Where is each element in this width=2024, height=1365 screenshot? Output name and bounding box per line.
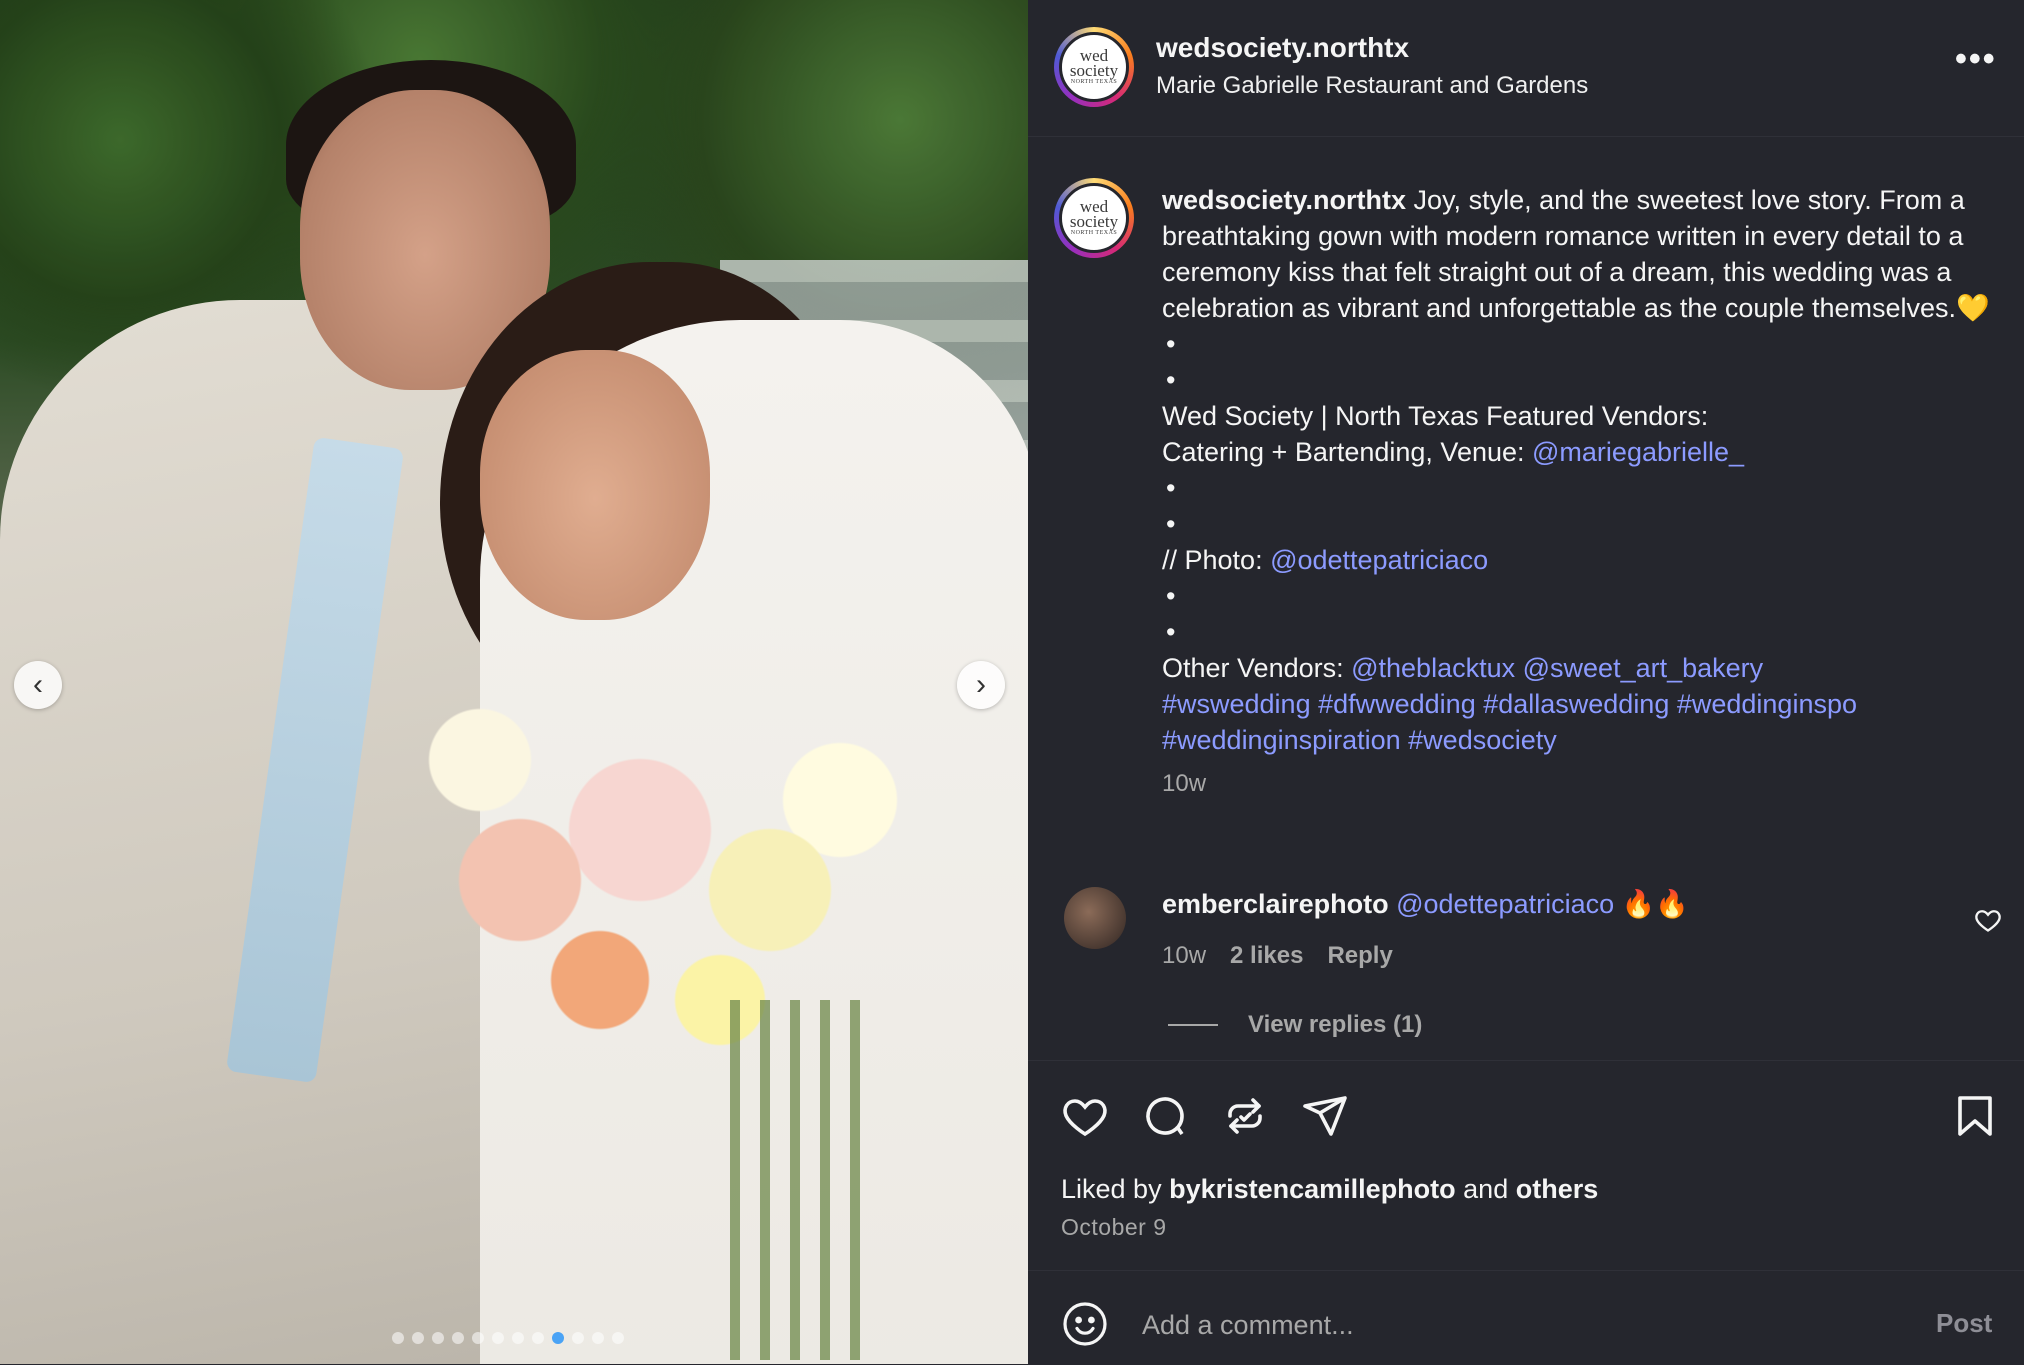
post-location[interactable]: Marie Gabrielle Restaurant and Gardens <box>1156 72 1588 100</box>
mention-link[interactable]: @odettepatriciaco <box>1270 545 1488 575</box>
carousel-dot <box>452 1332 464 1344</box>
photo-bride-face <box>480 350 710 620</box>
view-replies-button[interactable]: View replies (1) <box>1168 1011 1422 1039</box>
comment-emoji: 🔥🔥 <box>1621 889 1689 919</box>
view-replies-label: View replies (1) <box>1248 1011 1423 1038</box>
liked-by-prefix: Liked by <box>1061 1174 1170 1204</box>
carousel-dot <box>472 1332 484 1344</box>
liked-by-middle: and <box>1455 1174 1516 1204</box>
carousel-dot <box>612 1332 624 1344</box>
mention-link[interactable]: @mariegabrielle_ <box>1532 437 1744 467</box>
post-date: October 9 <box>1061 1214 1167 1240</box>
other-vendors-prefix: Other Vendors: <box>1162 653 1352 683</box>
comment-input[interactable] <box>1140 1304 1884 1346</box>
caption-bullet: • <box>1166 329 1176 359</box>
carousel-dot <box>512 1332 524 1344</box>
post-media[interactable]: ‹ › <box>0 0 1028 1364</box>
carousel-dot <box>592 1332 604 1344</box>
comment-reply-button[interactable]: Reply <box>1327 942 1392 970</box>
avatar-logo-mid: society <box>1069 61 1119 80</box>
commenter-username[interactable]: emberclairephoto <box>1162 889 1389 919</box>
carousel-dot <box>532 1332 544 1344</box>
avatar-logo-small: NORTH TEXAS <box>1070 230 1118 236</box>
liked-by-user[interactable]: bykristencamillephoto <box>1169 1174 1456 1204</box>
mention-link[interactable]: @theblacktux <box>1351 653 1515 683</box>
comment-likes[interactable]: 2 likes <box>1230 942 1303 970</box>
more-options-icon[interactable]: ••• <box>1955 40 1997 79</box>
comment-meta: 10w 2 likes Reply <box>1162 942 1393 970</box>
caption-bullet: • <box>1166 581 1176 611</box>
carousel-indicator <box>392 1332 624 1344</box>
caption-bullet: • <box>1166 617 1176 647</box>
post-caption: wedsociety.northtx Joy, style, and the s… <box>1162 182 2002 802</box>
post-comment-button[interactable]: Post <box>1936 1308 1992 1339</box>
caption-bullet: • <box>1166 473 1176 503</box>
emoji-icon[interactable] <box>1061 1300 1109 1348</box>
photo-credit-prefix: // Photo: <box>1162 545 1271 575</box>
vendors-heading: Wed Society | North Texas Featured Vendo… <box>1162 401 1709 431</box>
liked-by-others[interactable]: others <box>1516 1174 1599 1204</box>
avatar-logo-small: NORTH TEXAS <box>1070 79 1118 85</box>
comment-timestamp: 10w <box>1162 942 1207 969</box>
commenter-avatar[interactable] <box>1064 887 1126 949</box>
carousel-dot <box>392 1332 404 1344</box>
post-header: wed society NORTH TEXAS wedsociety.north… <box>1028 0 2024 137</box>
caption-avatar[interactable]: wed society NORTH TEXAS <box>1054 178 1134 258</box>
comment-heart-icon[interactable] <box>1974 906 2002 934</box>
caption-username[interactable]: wedsociety.northtx <box>1162 185 1406 215</box>
carousel-dot <box>412 1332 424 1344</box>
hashtags-line[interactable]: #weddinginspiration #wedsociety <box>1162 722 2002 758</box>
carousel-dot <box>492 1332 504 1344</box>
caption-bullet: • <box>1166 509 1176 539</box>
photo-vines <box>730 1000 870 1360</box>
hashtags-line[interactable]: #wswedding #dfwwedding #dallaswedding #w… <box>1162 686 2002 722</box>
heart-icon[interactable] <box>1061 1092 1109 1140</box>
caption-timestamp: 10w <box>1162 770 1207 797</box>
chevron-right-icon: › <box>976 668 986 701</box>
caption-bullet: • <box>1166 365 1176 395</box>
vendors-line-prefix: Catering + Bartending, Venue: <box>1162 437 1533 467</box>
carousel-next-button[interactable]: › <box>957 661 1005 709</box>
comment-icon[interactable] <box>1141 1092 1189 1140</box>
replies-divider <box>1168 1024 1218 1026</box>
repost-icon[interactable] <box>1221 1092 1269 1140</box>
avatar-logo-mid: society <box>1069 212 1119 231</box>
liked-by: Liked by bykristencamillephoto and other… <box>1061 1174 1598 1205</box>
mention-link[interactable]: @odettepatriciaco <box>1396 889 1614 919</box>
mention-link[interactable]: @sweet_art_bakery <box>1523 653 1764 683</box>
comment-text: emberclairephoto @odettepatriciaco 🔥🔥 <box>1162 888 1689 920</box>
carousel-dot <box>552 1332 564 1344</box>
author-username[interactable]: wedsociety.northtx <box>1156 32 1409 64</box>
bookmark-icon[interactable] <box>1951 1092 1999 1140</box>
carousel-prev-button[interactable]: ‹ <box>14 661 62 709</box>
share-icon[interactable] <box>1301 1092 1349 1140</box>
author-avatar[interactable]: wed society NORTH TEXAS <box>1054 27 1134 107</box>
carousel-dot <box>432 1332 444 1344</box>
chevron-left-icon: ‹ <box>33 668 43 701</box>
carousel-dot <box>572 1332 584 1344</box>
